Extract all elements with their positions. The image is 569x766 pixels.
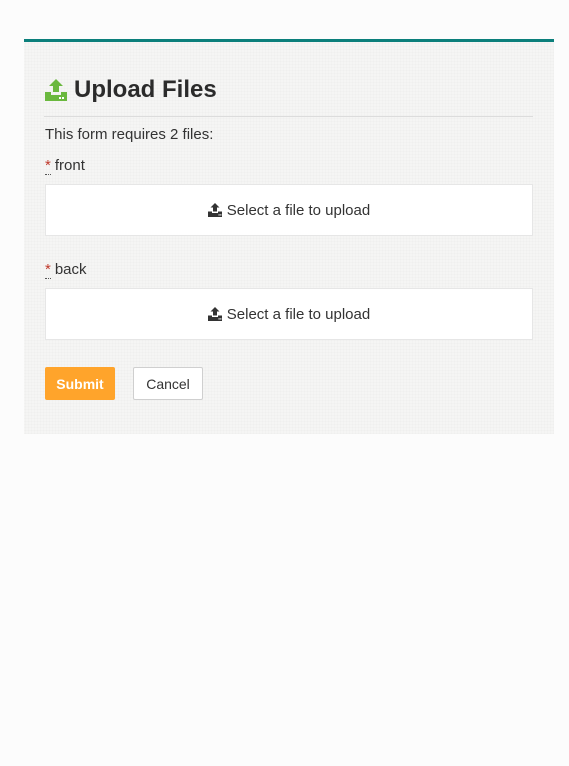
front-file-dropzone[interactable]: Select a file to upload xyxy=(45,184,533,236)
back-file-dropzone[interactable]: Select a file to upload xyxy=(45,288,533,340)
back-label-text: back xyxy=(54,261,87,278)
upload-panel: Upload Files This form requires 2 files:… xyxy=(24,39,554,434)
front-label-text: front xyxy=(54,157,85,174)
required-marker: * xyxy=(45,157,51,175)
upload-icon xyxy=(207,307,222,321)
front-dropzone-text: Select a file to upload xyxy=(226,201,371,219)
back-field-label: * back xyxy=(45,261,87,279)
back-dropzone-text: Select a file to upload xyxy=(226,305,371,323)
upload-icon xyxy=(45,79,67,101)
page-title: Upload Files xyxy=(74,76,217,103)
cancel-button[interactable]: Cancel xyxy=(133,367,203,400)
upload-icon xyxy=(207,203,222,217)
panel-header: Upload Files xyxy=(44,76,533,117)
submit-button[interactable]: Submit xyxy=(45,367,115,400)
form-intro: This form requires 2 files: xyxy=(45,126,214,143)
required-marker: * xyxy=(45,261,51,279)
front-field-label: * front xyxy=(45,157,85,175)
